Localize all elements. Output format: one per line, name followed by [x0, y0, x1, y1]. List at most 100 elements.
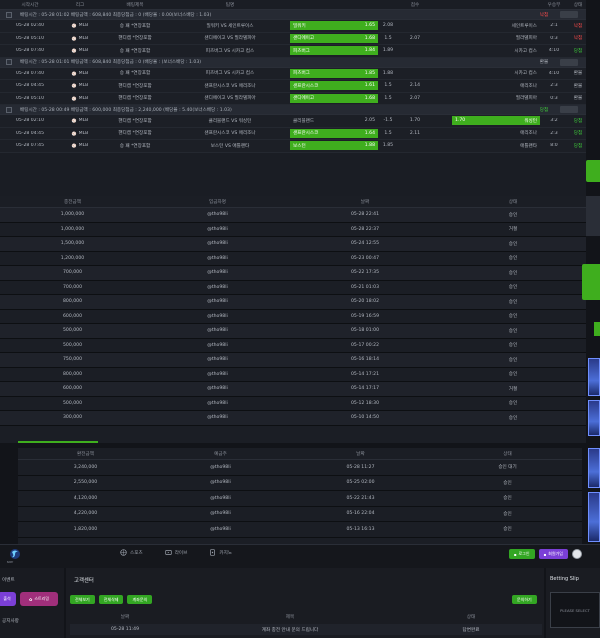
cancel-bet-button[interactable] — [560, 106, 578, 113]
inquiry-row[interactable]: 05-28 11:49 계좌 충전 안내 문의 드립니다 답변완료 — [70, 624, 542, 635]
bet-header-cell: 리그 — [75, 2, 85, 8]
deposit-status: 승인 — [508, 343, 518, 349]
betting-slip-placeholder: PLEASE SELECT — [550, 592, 600, 628]
home-odds: 1.84 — [364, 48, 375, 54]
away-odds-button[interactable]: 세인트루이스 — [452, 21, 540, 30]
select-checkbox[interactable] — [6, 59, 12, 65]
view-all-button[interactable]: 전체보기 — [70, 595, 95, 604]
match-teams: 보스턴 VS 애틀랜타 — [210, 143, 250, 149]
login-button[interactable]: ▪ 로그인 — [508, 549, 535, 559]
home-odds-button[interactable]: 샌디에이고 1.68 — [290, 33, 378, 43]
match-time: 05-28 07:40 — [15, 48, 45, 54]
promo-card-1[interactable] — [588, 358, 600, 396]
withdraw-row: 1,820,000 @tho98li 05-13 16:13 승인 — [18, 522, 582, 538]
home-odds-button[interactable]: 피츠버그 1.84 — [290, 46, 378, 56]
withdraw-status: 승인 — [503, 511, 512, 517]
away-odds-button[interactable]: 시카고 컵스 — [452, 46, 540, 55]
deposit-amount: 500,000 — [63, 400, 82, 406]
promo-card-2[interactable] — [588, 400, 600, 436]
match-teams: 밀워키 VS 세인트루이스 — [206, 23, 254, 29]
handicap-value: 1.85 — [382, 143, 394, 149]
deposit-row: 800,000 @tho98li 05-20 18:02 승인 — [0, 295, 586, 310]
home-odds-button[interactable]: 피츠버그 1.85 — [290, 68, 378, 78]
cancel-bet-button[interactable] — [560, 11, 578, 18]
betting-table-body: 배팅시간 : 05-28 01:02 배팅금액 : 608,840 최종당첨금 … — [0, 10, 586, 153]
deposit-date: 05-20 18:02 — [350, 299, 380, 305]
promo-card-3[interactable] — [588, 448, 600, 488]
select-checkbox[interactable] — [6, 106, 12, 113]
away-odds-button[interactable]: 필라델피아 — [452, 94, 540, 103]
avatar[interactable] — [572, 549, 582, 559]
account-inquiry-button[interactable]: 계좌문의 — [127, 595, 153, 604]
nav-label: 스포츠 — [130, 550, 143, 556]
nav-item-live[interactable]: 라이브 — [165, 549, 187, 556]
site-logo-icon[interactable] — [8, 548, 22, 562]
league: ⚾ MLB — [60, 83, 100, 88]
home-odds-button[interactable]: 보스턴 1.88 — [290, 141, 378, 151]
deposit-row: 700,000 @tho98li 05-21 01:03 승인 — [0, 280, 586, 295]
side-tab-mid[interactable] — [582, 264, 600, 300]
away-odds-button[interactable]: 애리조나 — [452, 81, 540, 90]
away-odds-button[interactable]: 시카고 컵스 — [452, 69, 540, 78]
bet-status: 환불 — [573, 71, 583, 77]
bet-status: 당첨 — [573, 48, 583, 54]
odds-cell: 피츠버그 1.85 1.88 시카고 컵스 — [290, 68, 540, 80]
bet-header-cell: 시작시간 — [21, 2, 39, 8]
match-teams: 샌프란시스코 VS 애리조나 — [204, 83, 256, 89]
side-tab-top[interactable] — [586, 160, 600, 182]
league: ⚾ MLB — [60, 36, 100, 41]
baseball-icon: ⚾ — [71, 118, 77, 124]
deposit-row: 700,000 @tho98li 05-22 17:35 승인 — [0, 266, 586, 281]
stream-button[interactable]: ✿ 스트리밍 — [20, 592, 58, 606]
handicap-value: 1.5 — [384, 35, 392, 41]
handicap-value: 1.5 — [384, 130, 392, 136]
deposit-row: 600,000 @tho98li 05-14 17:17 거절 — [0, 382, 586, 397]
deposit-date: 05-16 18:14 — [350, 357, 380, 363]
away-team: 애리조나 — [520, 83, 537, 89]
final-score: 8:0 — [550, 143, 558, 149]
casino-icon — [210, 549, 216, 556]
deposit-header-cell: 입금자명 — [209, 199, 226, 205]
summary-status: 당첨 — [539, 107, 549, 113]
match-time: 05-28 02:10 — [15, 118, 45, 124]
bet-row: 05-28 02:10 ⚾ MLB 핸디캡 *연장포함 클리블랜드 VS 워싱턴 클리블랜… — [0, 115, 586, 128]
delete-all-button[interactable]: 전체삭제 — [98, 595, 124, 604]
home-odds-button[interactable]: 샌프란시스코 1.64 — [290, 128, 378, 138]
home-odds-button[interactable]: 샌프란시스코 1.61 — [290, 81, 378, 91]
deposit-row: 500,000 @tho98li 05-17 00:22 승인 — [0, 338, 586, 353]
home-odds-button[interactable]: 밀워키 1.65 — [290, 21, 378, 31]
league-name: MLB — [78, 130, 89, 136]
section-divider — [18, 441, 98, 443]
deposit-status: 승인 — [508, 401, 518, 407]
league-name: MLB — [78, 143, 89, 149]
side-tab-small[interactable] — [594, 322, 600, 336]
nav-menu: 스포츠 라이브 카지노 — [120, 549, 232, 556]
league-name: MLB — [78, 83, 89, 89]
home-odds: 1.85 — [364, 70, 375, 76]
away-odds-button[interactable]: 애틀랜타 — [452, 141, 540, 150]
deposit-header-cell: 충전금액 — [64, 199, 81, 205]
bet-title: 핸디캡 *연장포함 — [118, 118, 152, 124]
deposit-date: 05-24 12:55 — [350, 241, 380, 247]
nav-item-casino[interactable]: 카지노 — [209, 549, 232, 556]
cancel-bet-button[interactable] — [560, 58, 578, 66]
away-odds-button[interactable]: 1.70 워싱턴 — [452, 116, 540, 126]
baseball-icon: ⚾ — [71, 130, 77, 136]
summary-status: 낙첨 — [539, 12, 549, 18]
nav-item-sports[interactable]: 스포츠 — [120, 549, 143, 556]
withdraw-date: 05-25 02:00 — [346, 480, 375, 486]
home-odds: 1.65 — [364, 23, 375, 29]
away-odds-button[interactable]: 애리조나 — [452, 129, 540, 138]
home-odds-button[interactable]: 클리블랜드 2.05 — [290, 116, 378, 125]
deposit-amount: 1,000,000 — [60, 226, 85, 232]
match-teams: 피츠버그 VS 시카고 컵스 — [205, 48, 255, 54]
deposit-row: 500,000 @tho98li 05-18 01:00 승인 — [0, 324, 586, 339]
select-checkbox[interactable] — [6, 11, 12, 18]
home-odds-button[interactable]: 샌디에이고 1.68 — [290, 93, 378, 103]
promo-card-4[interactable] — [588, 492, 600, 542]
deposit-amount: 800,000 — [63, 371, 82, 377]
attendance-button[interactable]: 출석 — [0, 592, 16, 606]
away-odds-button[interactable]: 필라델피아 — [452, 34, 540, 43]
register-button[interactable]: ▪ 회원가입 — [538, 549, 568, 559]
write-inquiry-button[interactable]: 문의하기 — [512, 595, 537, 604]
